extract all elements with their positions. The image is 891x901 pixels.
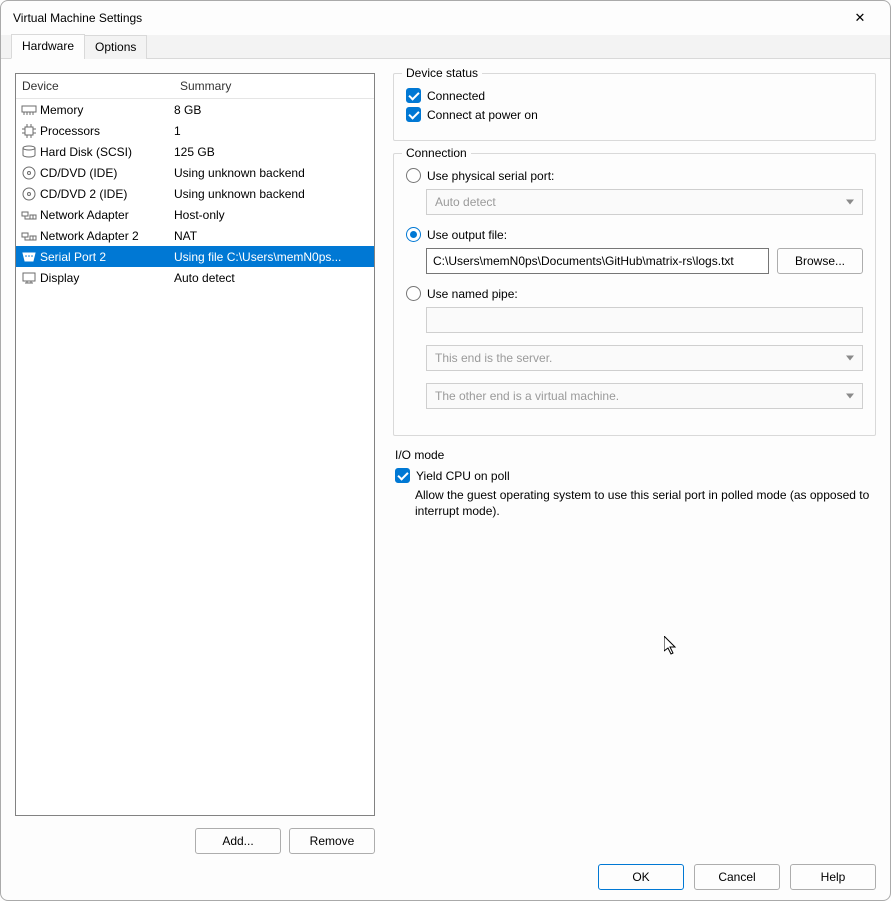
device-name: Serial Port 2	[40, 250, 174, 264]
details-panel: Device status Connected Connect at power…	[393, 73, 876, 854]
help-button[interactable]: Help	[790, 864, 876, 890]
pipe-end-select[interactable]: This end is the server.	[426, 345, 863, 371]
chk-connected-label: Connected	[427, 89, 485, 103]
hardware-panel: Device Summary Memory8 GBProcessors1Hard…	[15, 73, 375, 854]
device-row[interactable]: Processors1	[16, 120, 374, 141]
browse-button[interactable]: Browse...	[777, 248, 863, 274]
ok-button[interactable]: OK	[598, 864, 684, 890]
col-header-summary: Summary	[174, 74, 374, 98]
device-list[interactable]: Device Summary Memory8 GBProcessors1Hard…	[15, 73, 375, 816]
device-row[interactable]: Network AdapterHost-only	[16, 204, 374, 225]
device-row[interactable]: Hard Disk (SCSI)125 GB	[16, 141, 374, 162]
device-summary: Host-only	[174, 208, 374, 222]
device-summary: 125 GB	[174, 145, 374, 159]
net-icon	[20, 228, 38, 244]
chevron-down-icon	[846, 394, 854, 399]
device-name: Display	[40, 271, 174, 285]
device-summary: Auto detect	[174, 271, 374, 285]
chk-yield-cpu-row[interactable]: Yield CPU on poll	[395, 468, 874, 483]
device-name: Network Adapter 2	[40, 229, 174, 243]
device-row[interactable]: Memory8 GB	[16, 99, 374, 120]
radio-pipe[interactable]	[406, 286, 421, 301]
close-button[interactable]: ✕	[838, 3, 882, 33]
chk-connected[interactable]	[406, 88, 421, 103]
radio-output-label: Use output file:	[427, 228, 507, 242]
device-summary: NAT	[174, 229, 374, 243]
radio-pipe-label: Use named pipe:	[427, 287, 518, 301]
device-name: Processors	[40, 124, 174, 138]
radio-physical-row[interactable]: Use physical serial port:	[406, 168, 863, 183]
dialog-footer: OK Cancel Help	[1, 854, 890, 900]
device-summary: Using unknown backend	[174, 166, 374, 180]
device-row[interactable]: DisplayAuto detect	[16, 267, 374, 288]
remove-button[interactable]: Remove	[289, 828, 375, 854]
disk-icon	[20, 144, 38, 160]
chk-yield-cpu[interactable]	[395, 468, 410, 483]
cancel-button[interactable]: Cancel	[694, 864, 780, 890]
device-summary: 1	[174, 124, 374, 138]
disc-icon	[20, 165, 38, 181]
device-summary: Using unknown backend	[174, 187, 374, 201]
device-row[interactable]: Network Adapter 2NAT	[16, 225, 374, 246]
tabstrip: Hardware Options	[1, 35, 890, 59]
chevron-down-icon	[846, 200, 854, 205]
device-row[interactable]: Serial Port 2Using file C:\Users\memN0ps…	[16, 246, 374, 267]
device-name: CD/DVD 2 (IDE)	[40, 187, 174, 201]
serial-icon	[20, 249, 38, 265]
group-io-mode: I/O mode Yield CPU on poll Allow the gue…	[393, 448, 876, 519]
tab-hardware[interactable]: Hardware	[11, 34, 85, 59]
device-list-header: Device Summary	[16, 74, 374, 99]
chk-connect-power-row[interactable]: Connect at power on	[406, 107, 863, 122]
output-file-input[interactable]	[426, 248, 769, 274]
radio-output[interactable]	[406, 227, 421, 242]
titlebar: Virtual Machine Settings ✕	[1, 1, 890, 35]
io-mode-desc: Allow the guest operating system to use …	[415, 487, 874, 519]
memory-icon	[20, 102, 38, 118]
window-title: Virtual Machine Settings	[13, 11, 142, 25]
chk-connect-power-label: Connect at power on	[427, 108, 538, 122]
chk-connect-power[interactable]	[406, 107, 421, 122]
add-button[interactable]: Add...	[195, 828, 281, 854]
chk-connected-row[interactable]: Connected	[406, 88, 863, 103]
radio-physical-label: Use physical serial port:	[427, 169, 554, 183]
close-icon: ✕	[855, 10, 866, 26]
tab-options[interactable]: Options	[84, 35, 147, 59]
col-header-device: Device	[16, 74, 174, 98]
pipe-name-input[interactable]: .	[426, 307, 863, 333]
device-name: Memory	[40, 103, 174, 117]
device-row[interactable]: CD/DVD (IDE)Using unknown backend	[16, 162, 374, 183]
display-icon	[20, 270, 38, 286]
radio-physical[interactable]	[406, 168, 421, 183]
net-icon	[20, 207, 38, 223]
group-connection: Connection Use physical serial port: Aut…	[393, 153, 876, 436]
device-name: Hard Disk (SCSI)	[40, 145, 174, 159]
pipe-other-end-value: The other end is a virtual machine.	[435, 389, 619, 403]
pipe-other-end-select[interactable]: The other end is a virtual machine.	[426, 383, 863, 409]
device-summary: Using file C:\Users\memN0ps...	[174, 250, 374, 264]
device-name: CD/DVD (IDE)	[40, 166, 174, 180]
disc-icon	[20, 186, 38, 202]
pipe-end-value: This end is the server.	[435, 351, 552, 365]
legend-device-status: Device status	[402, 66, 482, 80]
physical-port-value: Auto detect	[435, 195, 496, 209]
radio-output-row[interactable]: Use output file:	[406, 227, 863, 242]
legend-io-mode: I/O mode	[395, 448, 874, 462]
physical-port-select[interactable]: Auto detect	[426, 189, 863, 215]
cpu-icon	[20, 123, 38, 139]
settings-window: Virtual Machine Settings ✕ Hardware Opti…	[0, 0, 891, 901]
device-summary: 8 GB	[174, 103, 374, 117]
radio-pipe-row[interactable]: Use named pipe:	[406, 286, 863, 301]
legend-connection: Connection	[402, 146, 471, 160]
chk-yield-cpu-label: Yield CPU on poll	[416, 469, 510, 483]
chevron-down-icon	[846, 356, 854, 361]
device-row[interactable]: CD/DVD 2 (IDE)Using unknown backend	[16, 183, 374, 204]
group-device-status: Device status Connected Connect at power…	[393, 73, 876, 141]
device-name: Network Adapter	[40, 208, 174, 222]
